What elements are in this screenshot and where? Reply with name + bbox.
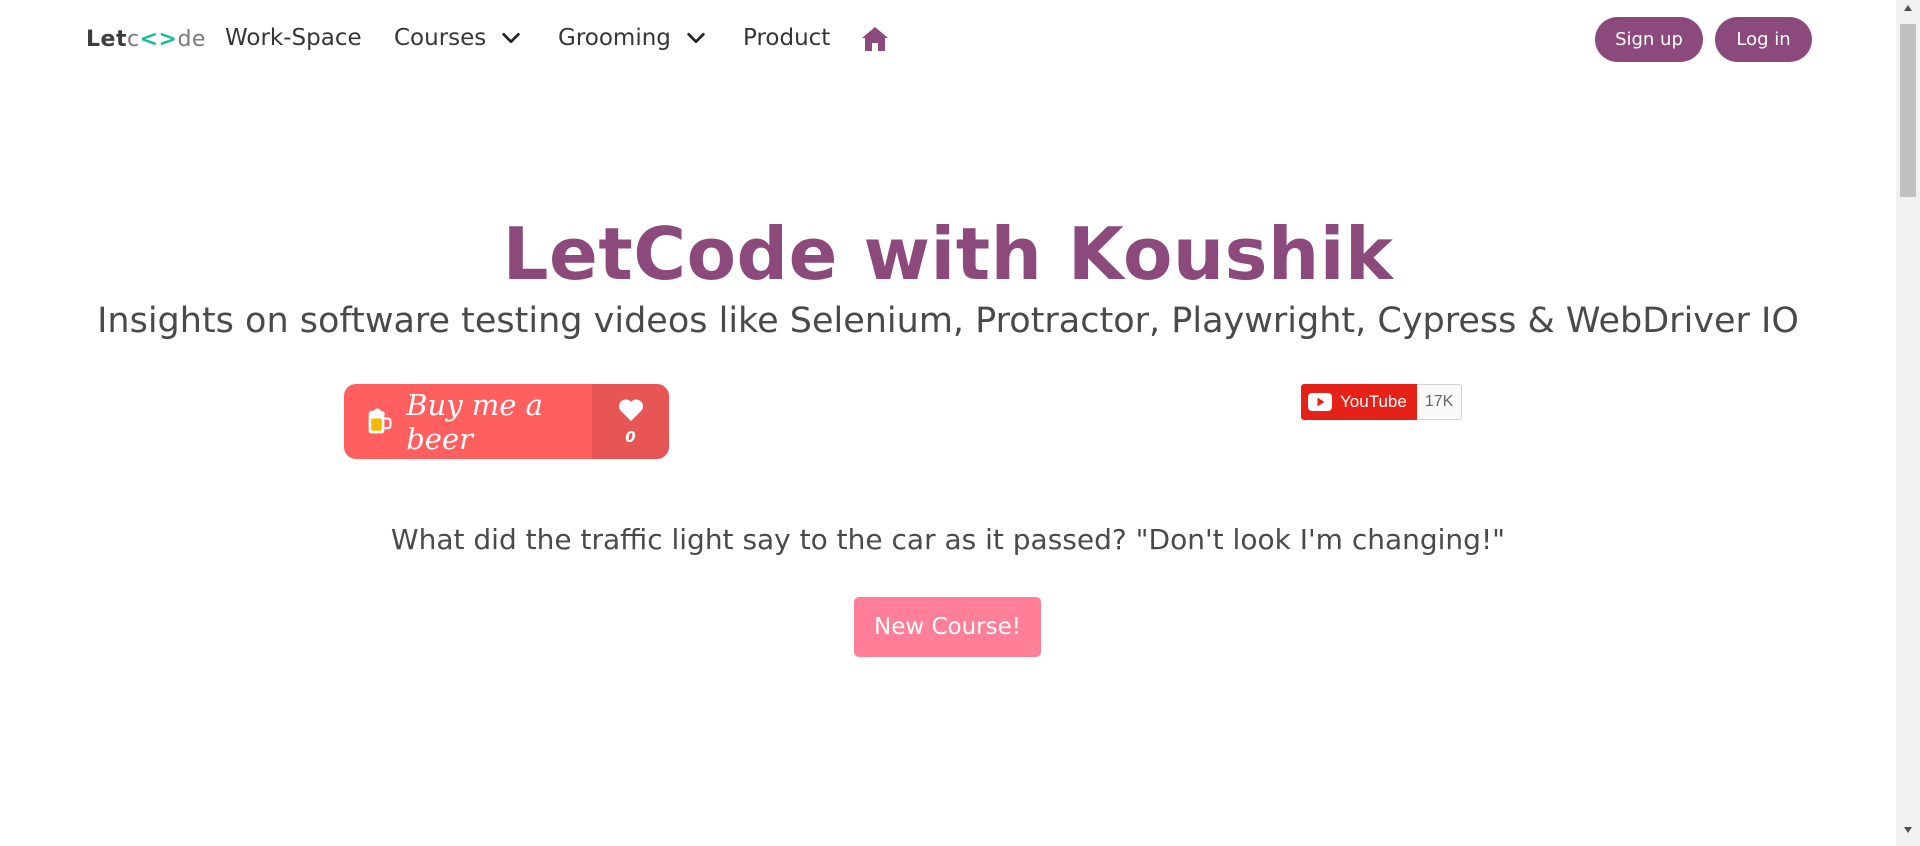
youtube-subscriber-count: 17K (1416, 384, 1463, 420)
beer-mug-icon (368, 407, 392, 433)
youtube-subscribe-button[interactable]: YouTube (1301, 384, 1417, 420)
youtube-subscribe-widget[interactable]: YouTube 17K (1301, 384, 1463, 420)
vertical-scrollbar[interactable] (1896, 0, 1920, 846)
top-navbar: Letc<>de Work-Space Courses Grooming Pro… (0, 0, 1896, 78)
page-subtitle: Insights on software testing videos like… (97, 301, 1799, 341)
nav-item-courses-label: Courses (394, 25, 487, 51)
nav-item-courses[interactable]: Courses (394, 25, 522, 51)
home-icon[interactable] (861, 26, 889, 52)
chevron-down-icon (687, 32, 705, 44)
buy-me-a-beer-button[interactable]: Buy me a beer (344, 384, 592, 459)
scrollbar-thumb[interactable] (1900, 24, 1916, 197)
logo-de: de (177, 27, 206, 52)
youtube-label: YouTube (1340, 392, 1407, 411)
nav-item-workspace[interactable]: Work-Space (225, 25, 362, 51)
login-button[interactable]: Log in (1715, 17, 1812, 62)
scroll-down-arrow-icon[interactable] (1896, 826, 1920, 840)
beer-like-button[interactable]: 0 (592, 384, 669, 459)
beer-count: 0 (625, 427, 636, 446)
logo-let: Let (86, 27, 127, 52)
nav-item-workspace-label: Work-Space (225, 25, 362, 51)
signup-button[interactable]: Sign up (1595, 17, 1703, 62)
nav-item-grooming-label: Grooming (558, 25, 671, 51)
heart-icon (618, 398, 643, 421)
joke-text: What did the traffic light say to the ca… (390, 523, 1506, 556)
nav-item-product[interactable]: Product (743, 25, 830, 51)
new-course-button[interactable]: New Course! (854, 597, 1041, 657)
logo-brackets: <> (139, 27, 178, 52)
chevron-down-icon (502, 32, 520, 44)
buy-me-a-beer-widget[interactable]: Buy me a beer 0 (344, 384, 669, 459)
logo-c: c (126, 27, 140, 52)
nav-item-grooming[interactable]: Grooming (558, 25, 707, 51)
scroll-up-arrow-icon[interactable] (1896, 4, 1920, 18)
page-title: LetCode with Koushik (502, 212, 1394, 296)
buy-me-a-beer-label: Buy me a beer (406, 387, 543, 456)
letcode-logo[interactable]: Letc<>de (86, 27, 206, 52)
youtube-play-icon (1308, 393, 1332, 411)
nav-item-product-label: Product (743, 25, 831, 51)
